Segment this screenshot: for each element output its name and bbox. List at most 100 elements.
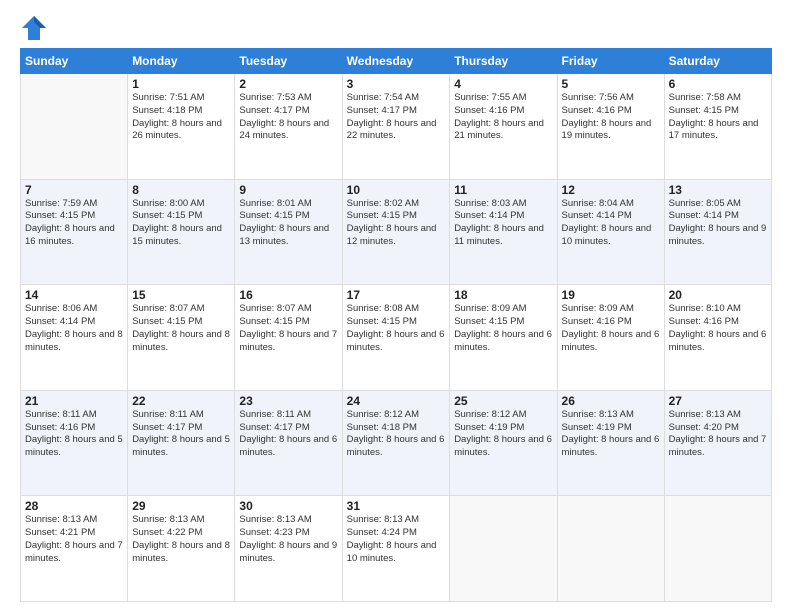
calendar-cell: 21Sunrise: 8:11 AMSunset: 4:16 PMDayligh…: [21, 390, 128, 496]
calendar-cell: 6Sunrise: 7:58 AMSunset: 4:15 PMDaylight…: [664, 74, 771, 180]
day-number: 9: [239, 183, 337, 197]
day-info: Sunrise: 8:00 AMSunset: 4:15 PMDaylight:…: [132, 198, 230, 249]
calendar-cell: 30Sunrise: 8:13 AMSunset: 4:23 PMDayligh…: [235, 496, 342, 602]
calendar-cell: 2Sunrise: 7:53 AMSunset: 4:17 PMDaylight…: [235, 74, 342, 180]
calendar-cell: 25Sunrise: 8:12 AMSunset: 4:19 PMDayligh…: [450, 390, 557, 496]
logo-icon: [20, 14, 48, 42]
calendar-cell: 8Sunrise: 8:00 AMSunset: 4:15 PMDaylight…: [128, 179, 235, 285]
calendar-body: 1Sunrise: 7:51 AMSunset: 4:18 PMDaylight…: [21, 74, 772, 602]
day-info: Sunrise: 7:59 AMSunset: 4:15 PMDaylight:…: [25, 198, 123, 249]
calendar-cell: [664, 496, 771, 602]
calendar-cell: 12Sunrise: 8:04 AMSunset: 4:14 PMDayligh…: [557, 179, 664, 285]
day-info: Sunrise: 8:01 AMSunset: 4:15 PMDaylight:…: [239, 198, 337, 249]
day-info: Sunrise: 8:12 AMSunset: 4:18 PMDaylight:…: [347, 409, 446, 460]
day-info: Sunrise: 8:12 AMSunset: 4:19 PMDaylight:…: [454, 409, 552, 460]
weekday-wednesday: Wednesday: [342, 49, 450, 74]
day-info: Sunrise: 7:54 AMSunset: 4:17 PMDaylight:…: [347, 92, 446, 143]
calendar-cell: 28Sunrise: 8:13 AMSunset: 4:21 PMDayligh…: [21, 496, 128, 602]
day-number: 13: [669, 183, 767, 197]
day-number: 30: [239, 499, 337, 513]
logo: [20, 18, 50, 42]
calendar-cell: 7Sunrise: 7:59 AMSunset: 4:15 PMDaylight…: [21, 179, 128, 285]
day-info: Sunrise: 8:03 AMSunset: 4:14 PMDaylight:…: [454, 198, 552, 249]
day-info: Sunrise: 8:13 AMSunset: 4:23 PMDaylight:…: [239, 514, 337, 565]
day-number: 18: [454, 288, 552, 302]
weekday-monday: Monday: [128, 49, 235, 74]
day-number: 16: [239, 288, 337, 302]
calendar-cell: 19Sunrise: 8:09 AMSunset: 4:16 PMDayligh…: [557, 285, 664, 391]
day-info: Sunrise: 8:05 AMSunset: 4:14 PMDaylight:…: [669, 198, 767, 249]
calendar-week-1: 1Sunrise: 7:51 AMSunset: 4:18 PMDaylight…: [21, 74, 772, 180]
calendar-cell: 20Sunrise: 8:10 AMSunset: 4:16 PMDayligh…: [664, 285, 771, 391]
day-info: Sunrise: 8:08 AMSunset: 4:15 PMDaylight:…: [347, 303, 446, 354]
day-number: 28: [25, 499, 123, 513]
day-number: 14: [25, 288, 123, 302]
calendar-week-5: 28Sunrise: 8:13 AMSunset: 4:21 PMDayligh…: [21, 496, 772, 602]
calendar-cell: 14Sunrise: 8:06 AMSunset: 4:14 PMDayligh…: [21, 285, 128, 391]
day-number: 10: [347, 183, 446, 197]
weekday-saturday: Saturday: [664, 49, 771, 74]
day-number: 20: [669, 288, 767, 302]
calendar-week-3: 14Sunrise: 8:06 AMSunset: 4:14 PMDayligh…: [21, 285, 772, 391]
calendar-cell: [21, 74, 128, 180]
day-number: 26: [562, 394, 660, 408]
day-info: Sunrise: 8:09 AMSunset: 4:16 PMDaylight:…: [562, 303, 660, 354]
day-number: 6: [669, 77, 767, 91]
calendar-table: SundayMondayTuesdayWednesdayThursdayFrid…: [20, 48, 772, 602]
day-number: 5: [562, 77, 660, 91]
day-number: 27: [669, 394, 767, 408]
day-number: 19: [562, 288, 660, 302]
day-number: 29: [132, 499, 230, 513]
weekday-header-row: SundayMondayTuesdayWednesdayThursdayFrid…: [21, 49, 772, 74]
day-info: Sunrise: 8:07 AMSunset: 4:15 PMDaylight:…: [239, 303, 337, 354]
day-info: Sunrise: 7:55 AMSunset: 4:16 PMDaylight:…: [454, 92, 552, 143]
day-info: Sunrise: 8:11 AMSunset: 4:17 PMDaylight:…: [132, 409, 230, 460]
header: [20, 18, 772, 42]
day-info: Sunrise: 8:02 AMSunset: 4:15 PMDaylight:…: [347, 198, 446, 249]
weekday-friday: Friday: [557, 49, 664, 74]
calendar-page: SundayMondayTuesdayWednesdayThursdayFrid…: [0, 0, 792, 612]
day-number: 24: [347, 394, 446, 408]
day-number: 8: [132, 183, 230, 197]
calendar-cell: 26Sunrise: 8:13 AMSunset: 4:19 PMDayligh…: [557, 390, 664, 496]
day-info: Sunrise: 8:11 AMSunset: 4:16 PMDaylight:…: [25, 409, 123, 460]
day-info: Sunrise: 8:13 AMSunset: 4:24 PMDaylight:…: [347, 514, 446, 565]
day-number: 21: [25, 394, 123, 408]
day-number: 4: [454, 77, 552, 91]
calendar-cell: 29Sunrise: 8:13 AMSunset: 4:22 PMDayligh…: [128, 496, 235, 602]
calendar-cell: 3Sunrise: 7:54 AMSunset: 4:17 PMDaylight…: [342, 74, 450, 180]
day-info: Sunrise: 8:09 AMSunset: 4:15 PMDaylight:…: [454, 303, 552, 354]
calendar-cell: 15Sunrise: 8:07 AMSunset: 4:15 PMDayligh…: [128, 285, 235, 391]
day-info: Sunrise: 8:13 AMSunset: 4:20 PMDaylight:…: [669, 409, 767, 460]
calendar-week-4: 21Sunrise: 8:11 AMSunset: 4:16 PMDayligh…: [21, 390, 772, 496]
day-number: 15: [132, 288, 230, 302]
day-number: 2: [239, 77, 337, 91]
day-number: 22: [132, 394, 230, 408]
day-info: Sunrise: 8:13 AMSunset: 4:21 PMDaylight:…: [25, 514, 123, 565]
day-info: Sunrise: 8:10 AMSunset: 4:16 PMDaylight:…: [669, 303, 767, 354]
day-info: Sunrise: 7:58 AMSunset: 4:15 PMDaylight:…: [669, 92, 767, 143]
day-info: Sunrise: 8:11 AMSunset: 4:17 PMDaylight:…: [239, 409, 337, 460]
day-info: Sunrise: 8:07 AMSunset: 4:15 PMDaylight:…: [132, 303, 230, 354]
day-info: Sunrise: 7:56 AMSunset: 4:16 PMDaylight:…: [562, 92, 660, 143]
day-number: 25: [454, 394, 552, 408]
day-info: Sunrise: 7:53 AMSunset: 4:17 PMDaylight:…: [239, 92, 337, 143]
calendar-cell: 9Sunrise: 8:01 AMSunset: 4:15 PMDaylight…: [235, 179, 342, 285]
weekday-sunday: Sunday: [21, 49, 128, 74]
calendar-cell: [557, 496, 664, 602]
calendar-cell: 16Sunrise: 8:07 AMSunset: 4:15 PMDayligh…: [235, 285, 342, 391]
calendar-cell: 22Sunrise: 8:11 AMSunset: 4:17 PMDayligh…: [128, 390, 235, 496]
day-number: 23: [239, 394, 337, 408]
day-info: Sunrise: 8:06 AMSunset: 4:14 PMDaylight:…: [25, 303, 123, 354]
calendar-cell: 13Sunrise: 8:05 AMSunset: 4:14 PMDayligh…: [664, 179, 771, 285]
calendar-cell: 17Sunrise: 8:08 AMSunset: 4:15 PMDayligh…: [342, 285, 450, 391]
calendar-cell: 10Sunrise: 8:02 AMSunset: 4:15 PMDayligh…: [342, 179, 450, 285]
weekday-tuesday: Tuesday: [235, 49, 342, 74]
calendar-cell: 31Sunrise: 8:13 AMSunset: 4:24 PMDayligh…: [342, 496, 450, 602]
calendar-cell: 18Sunrise: 8:09 AMSunset: 4:15 PMDayligh…: [450, 285, 557, 391]
calendar-cell: 11Sunrise: 8:03 AMSunset: 4:14 PMDayligh…: [450, 179, 557, 285]
day-info: Sunrise: 8:04 AMSunset: 4:14 PMDaylight:…: [562, 198, 660, 249]
day-number: 11: [454, 183, 552, 197]
day-number: 12: [562, 183, 660, 197]
day-number: 7: [25, 183, 123, 197]
